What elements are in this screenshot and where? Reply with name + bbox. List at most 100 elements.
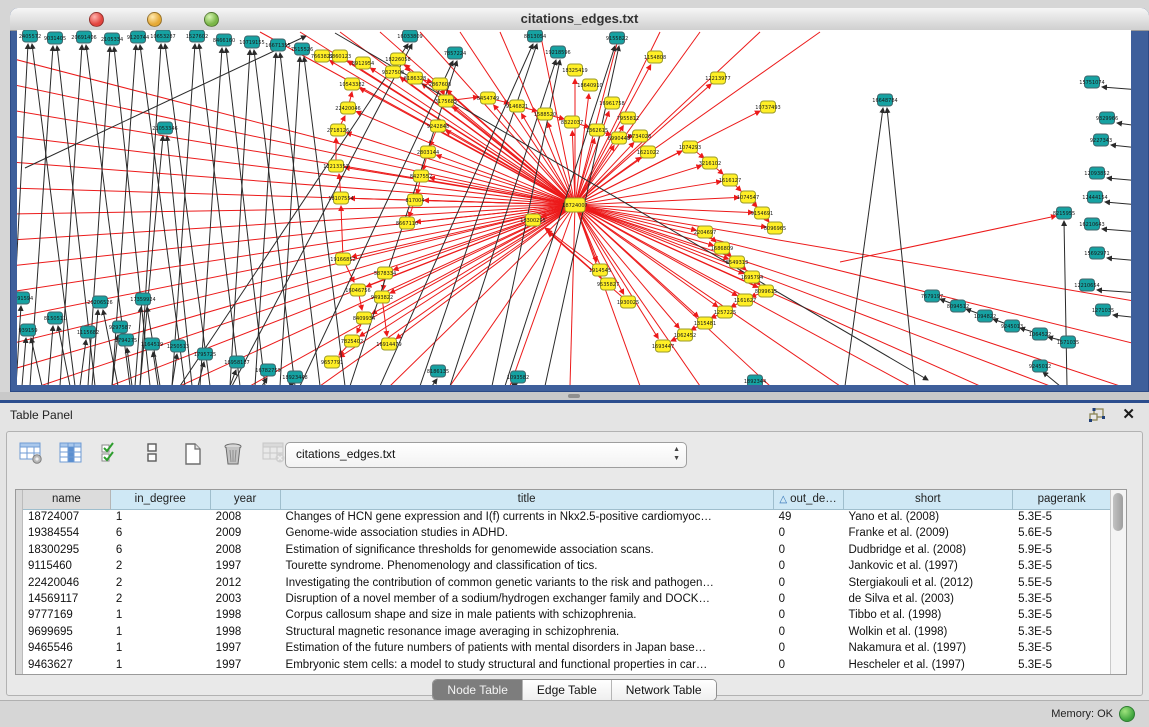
graph-node[interactable]: 10653287 [150,30,175,42]
table-cell[interactable]: 18724007 [23,510,111,526]
graph-node[interactable]: 8215955 [1053,207,1075,219]
column-header-year[interactable]: year [211,490,281,510]
graph-node[interactable]: 9120744 [127,31,149,43]
graph-node[interactable]: 8099615 [755,285,777,297]
graph-node[interactable]: 19166852 [330,253,355,265]
table-cell[interactable]: Dudbridge et al. (2008) [843,543,1013,559]
table-cell[interactable]: Investigating the contribution of common… [281,576,774,592]
table-cell[interactable]: 6 [111,526,211,542]
table-cell[interactable]: 5.3E-5 [1013,592,1111,608]
graph-node[interactable]: 3216102 [699,157,721,169]
graph-node[interactable]: 8409934 [353,312,375,324]
graph-node[interactable]: 9329966 [1096,112,1118,124]
new-column-button[interactable] [178,439,208,469]
table-cell[interactable]: Tibbo et al. (1998) [843,608,1013,624]
zoom-window-button[interactable] [204,12,219,27]
graph-node[interactable]: 3175685 [435,95,457,107]
table-cell[interactable]: 5.9E-5 [1013,543,1111,559]
table-cell[interactable]: 1 [111,625,211,641]
table-cell[interactable]: Corpus callosum shape and size in male p… [281,608,774,624]
graph-node[interactable]: 9242848 [427,120,449,132]
vertical-scrollbar[interactable] [1110,490,1126,674]
graph-node[interactable]: 9535827 [597,278,619,290]
graph-node[interactable]: 18325419 [562,64,587,76]
graph-node[interactable]: 16648784 [872,94,897,106]
graph-node[interactable]: 16958187 [224,356,249,368]
table-cell[interactable]: 5.3E-5 [1013,625,1111,641]
float-panel-icon[interactable] [1089,408,1105,422]
tab-node-table[interactable]: Node Table [433,680,523,700]
graph-node[interactable]: 8813054 [524,30,546,42]
table-cell[interactable]: 0 [774,576,844,592]
graph-node[interactable]: 8549313 [726,256,748,268]
graph-node[interactable]: 1914545 [589,264,611,276]
table-row[interactable]: 1830029562008Estimation of significance … [23,543,1111,559]
row-height-button[interactable] [137,439,167,469]
show-columns-button[interactable] [56,439,86,469]
table-cell[interactable]: Hescheler et al. (1997) [843,658,1013,674]
table-cell[interactable]: 1 [111,641,211,657]
table-cell[interactable]: 0 [774,526,844,542]
table-cell[interactable]: 49 [774,510,844,526]
close-window-button[interactable] [89,12,104,27]
graph-node[interactable]: 1257225 [714,306,736,318]
table-row[interactable]: 946362711997Embryonic stem cells: a mode… [23,658,1111,674]
graph-node[interactable]: 8096965 [764,222,786,234]
graph-node[interactable]: 20691406 [71,31,96,43]
table-cell[interactable]: 1998 [211,625,281,641]
graph-node[interactable]: 16914479 [376,338,401,350]
graph-node[interactable]: 939159 [18,324,37,336]
table-cell[interactable]: 0 [774,608,844,624]
column-header-short[interactable]: short [844,490,1014,510]
column-header-pagerank[interactable]: pagerank [1013,490,1111,510]
graph-node[interactable]: 9391594 [17,292,33,304]
table-row[interactable]: 911546021997Tourette syndrome. Phenomeno… [23,559,1111,575]
table-selector-dropdown[interactable]: citations_edges.txt ▲▼ [285,442,687,468]
graph-node[interactable]: 8667110 [396,217,418,229]
column-header-outde[interactable]: △out_de… [774,490,844,510]
table-row[interactable]: 977716911998Corpus callosum shape and si… [23,608,1111,624]
graph-node[interactable]: 9245013 [1001,320,1023,332]
graph-node[interactable]: 817004 [405,194,424,206]
graph-node[interactable]: 8186328 [404,72,426,84]
table-cell[interactable]: Jankovic et al. (1997) [843,559,1013,575]
table-cell[interactable]: 1997 [211,641,281,657]
graph-node[interactable]: 9657791 [321,356,343,368]
graph-hub-node[interactable]: 18724007 [562,198,587,212]
graph-node[interactable]: 18107554 [328,192,353,204]
graph-node[interactable]: 1616127 [719,174,741,186]
graph-node[interactable]: 8860123 [329,50,351,62]
graph-node[interactable]: 7857224 [444,47,466,59]
graph-node[interactable]: 7679197 [921,290,943,302]
table-cell[interactable]: Changes of HCN gene expression and I(f) … [281,510,774,526]
close-panel-icon[interactable]: ✕ [1122,405,1135,423]
minimize-window-button[interactable] [147,12,162,27]
table-cell[interactable]: 2008 [211,543,281,559]
graph-node[interactable]: 9031405 [44,32,66,44]
table-cell[interactable]: Structural magnetic resonance image aver… [281,625,774,641]
graph-node[interactable]: 1315481 [694,317,716,329]
graph-node[interactable]: 1074547 [737,191,759,203]
scrollbar-thumb[interactable] [1113,493,1123,531]
graph-node[interactable]: 17359924 [130,293,155,305]
graph-node[interactable]: 1154808 [644,51,666,63]
table-cell[interactable]: Disruption of a novel member of a sodium… [281,592,774,608]
graph-node[interactable]: 8912954 [352,57,374,69]
graph-node[interactable]: 8466160 [213,34,235,46]
graph-node[interactable]: 1686809 [711,242,733,254]
table-cell[interactable]: 22420046 [23,576,111,592]
table-cell[interactable]: 0 [774,641,844,657]
graph-node[interactable]: 1164519 [141,338,163,350]
table-cell[interactable]: 0 [774,592,844,608]
graph-node[interactable]: 1250513 [167,340,189,352]
graph-node[interactable]: 9154691 [751,207,773,219]
graph-node[interactable]: 9155822 [606,32,628,44]
table-cell[interactable]: 0 [774,559,844,575]
graph-node[interactable]: 9327508 [382,66,404,78]
table-cell[interactable]: 9699695 [23,625,111,641]
table-cell[interactable]: 5.3E-5 [1013,559,1111,575]
graph-node[interactable]: 8150511 [44,312,66,324]
table-cell[interactable]: 1 [111,510,211,526]
graph-node[interactable]: 2803144 [417,146,439,158]
graph-node[interactable]: 10719155 [239,36,264,48]
